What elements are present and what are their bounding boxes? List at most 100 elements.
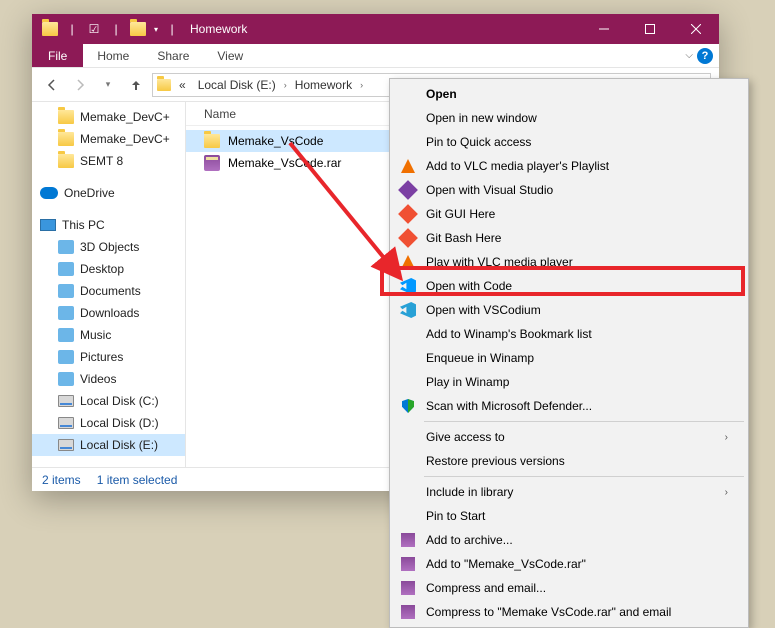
window-title: Homework — [190, 22, 247, 36]
menu-item-add-to-memake-vscode-rar[interactable]: Add to "Memake_VsCode.rar" — [392, 552, 746, 576]
menu-item-play-in-winamp[interactable]: Play in Winamp — [392, 370, 746, 394]
generic-icon — [58, 284, 74, 298]
folder-icon-2 — [130, 21, 146, 37]
quick-item: Memake_DevC+ — [32, 128, 185, 150]
ribbon-expand-icon[interactable]: ⌵ — [685, 50, 693, 61]
qat-dropdown-icon[interactable]: ▾ — [154, 25, 158, 34]
winrar-icon — [400, 556, 416, 572]
titlebar: | ☑ | ▾ | Homework — [32, 14, 719, 44]
menu-item-enqueue-in-winamp[interactable]: Enqueue in Winamp — [392, 346, 746, 370]
up-button[interactable] — [124, 73, 148, 97]
sidebar-item-downloads[interactable]: Downloads — [32, 302, 185, 324]
menu-item-compress-to-memake-vscode-rar-and-email[interactable]: Compress to "Memake VsCode.rar" and emai… — [392, 600, 746, 624]
codium-icon — [400, 302, 416, 318]
drive-icon — [58, 395, 74, 407]
menu-item-pin-to-start[interactable]: Pin to Start — [392, 504, 746, 528]
menu-item-git-bash-here[interactable]: Git Bash Here — [392, 226, 746, 250]
close-button[interactable] — [673, 14, 719, 44]
sidebar-item-music[interactable]: Music — [32, 324, 185, 346]
rar-icon — [204, 155, 220, 171]
chevron-right-icon[interactable]: › — [360, 80, 363, 90]
menu-item-open-with-vscodium[interactable]: Open with VSCodium — [392, 298, 746, 322]
qat-separator: | — [64, 21, 80, 37]
minimize-button[interactable] — [581, 14, 627, 44]
menu-separator — [424, 476, 744, 477]
sidebar-item-local-disk-e-[interactable]: Local Disk (E:) — [32, 434, 185, 456]
menu-item-git-gui-here[interactable]: Git GUI Here — [392, 202, 746, 226]
folder-icon — [58, 132, 74, 146]
vs-icon — [400, 182, 416, 198]
menu-item-open-with-code[interactable]: Open with Code — [392, 274, 746, 298]
tab-home[interactable]: Home — [83, 44, 143, 67]
crumb-prefix: « — [175, 78, 190, 92]
sidebar-item-desktop[interactable]: Desktop — [32, 258, 185, 280]
quick-item: Memake_DevC+ — [32, 106, 185, 128]
vlc-icon — [400, 254, 416, 270]
crumb-0[interactable]: Local Disk (E:) — [194, 78, 280, 92]
sidebar-item-3d-objects[interactable]: 3D Objects — [32, 236, 185, 258]
generic-icon — [58, 372, 74, 386]
menu-item-open-in-new-window[interactable]: Open in new window — [392, 106, 746, 130]
menu-item-include-in-library[interactable]: Include in library› — [392, 480, 746, 504]
back-button[interactable] — [40, 73, 64, 97]
forward-button[interactable] — [68, 73, 92, 97]
properties-icon[interactable]: ☑ — [86, 21, 102, 37]
qat-separator2: | — [108, 21, 124, 37]
context-menu[interactable]: OpenOpen in new windowPin to Quick acces… — [389, 78, 749, 628]
submenu-arrow-icon: › — [725, 432, 728, 443]
col-name[interactable]: Name — [204, 107, 236, 121]
generic-icon — [58, 328, 74, 342]
menu-item-scan-with-microsoft-defender[interactable]: Scan with Microsoft Defender... — [392, 394, 746, 418]
drive-icon — [58, 439, 74, 451]
titlebar-qat: | ☑ | ▾ | — [32, 21, 180, 37]
menu-item-play-with-vlc-media-player[interactable]: Play with VLC media player — [392, 250, 746, 274]
status-count: 2 items — [42, 473, 81, 487]
sidebar-item-local-disk-d-[interactable]: Local Disk (D:) — [32, 412, 185, 434]
file-tab[interactable]: File — [32, 44, 83, 67]
sidebar-item-videos[interactable]: Videos — [32, 368, 185, 390]
folder-icon — [58, 110, 74, 124]
sidebar-item-documents[interactable]: Documents — [32, 280, 185, 302]
recent-dropdown-icon[interactable]: ▾ — [96, 73, 120, 97]
sidebar-item-pictures[interactable]: Pictures — [32, 346, 185, 368]
menu-item-restore-previous-versions[interactable]: Restore previous versions — [392, 449, 746, 473]
chevron-right-icon[interactable]: › — [284, 80, 287, 90]
submenu-arrow-icon: › — [725, 487, 728, 498]
maximize-button[interactable] — [627, 14, 673, 44]
tab-share[interactable]: Share — [143, 44, 203, 67]
shield-icon — [400, 398, 416, 414]
help-icon[interactable]: ? — [697, 48, 713, 64]
generic-icon — [58, 262, 74, 276]
menu-item-add-to-winamp-s-bookmark-list[interactable]: Add to Winamp's Bookmark list — [392, 322, 746, 346]
qat-divider: | — [164, 21, 180, 37]
thispc-item[interactable]: This PC — [32, 214, 185, 236]
menu-item-give-access-to[interactable]: Give access to› — [392, 425, 746, 449]
crumb-1[interactable]: Homework — [291, 78, 356, 92]
generic-icon — [58, 350, 74, 364]
sidebar-item-local-disk-c-[interactable]: Local Disk (C:) — [32, 390, 185, 412]
vlc-icon — [400, 158, 416, 174]
winrar-icon — [400, 580, 416, 596]
git-icon — [400, 230, 416, 246]
folder-icon — [58, 154, 74, 168]
menu-item-compress-and-email[interactable]: Compress and email... — [392, 576, 746, 600]
quick-item: SEMT 8 — [32, 150, 185, 172]
menu-item-add-to-vlc-media-player-s-playlist[interactable]: Add to VLC media player's Playlist — [392, 154, 746, 178]
onedrive-item[interactable]: OneDrive — [32, 182, 185, 204]
tab-view[interactable]: View — [203, 44, 257, 67]
menu-item-open[interactable]: Open — [392, 82, 746, 106]
ribbon-tabs: File Home Share View ⌵ ? — [32, 44, 719, 68]
menu-separator — [424, 421, 744, 422]
nav-pane[interactable]: Memake_DevC+ Memake_DevC+ SEMT 8 OneDriv… — [32, 102, 186, 467]
vscode-icon — [400, 278, 416, 294]
address-folder-icon — [157, 79, 171, 91]
winrar-icon — [400, 604, 416, 620]
onedrive-icon — [40, 187, 58, 199]
menu-item-open-with-visual-studio[interactable]: Open with Visual Studio — [392, 178, 746, 202]
winrar-icon — [400, 532, 416, 548]
drive-icon — [58, 417, 74, 429]
menu-item-add-to-archive[interactable]: Add to archive... — [392, 528, 746, 552]
menu-item-pin-to-quick-access[interactable]: Pin to Quick access — [392, 130, 746, 154]
folder-icon — [204, 134, 220, 148]
generic-icon — [58, 306, 74, 320]
